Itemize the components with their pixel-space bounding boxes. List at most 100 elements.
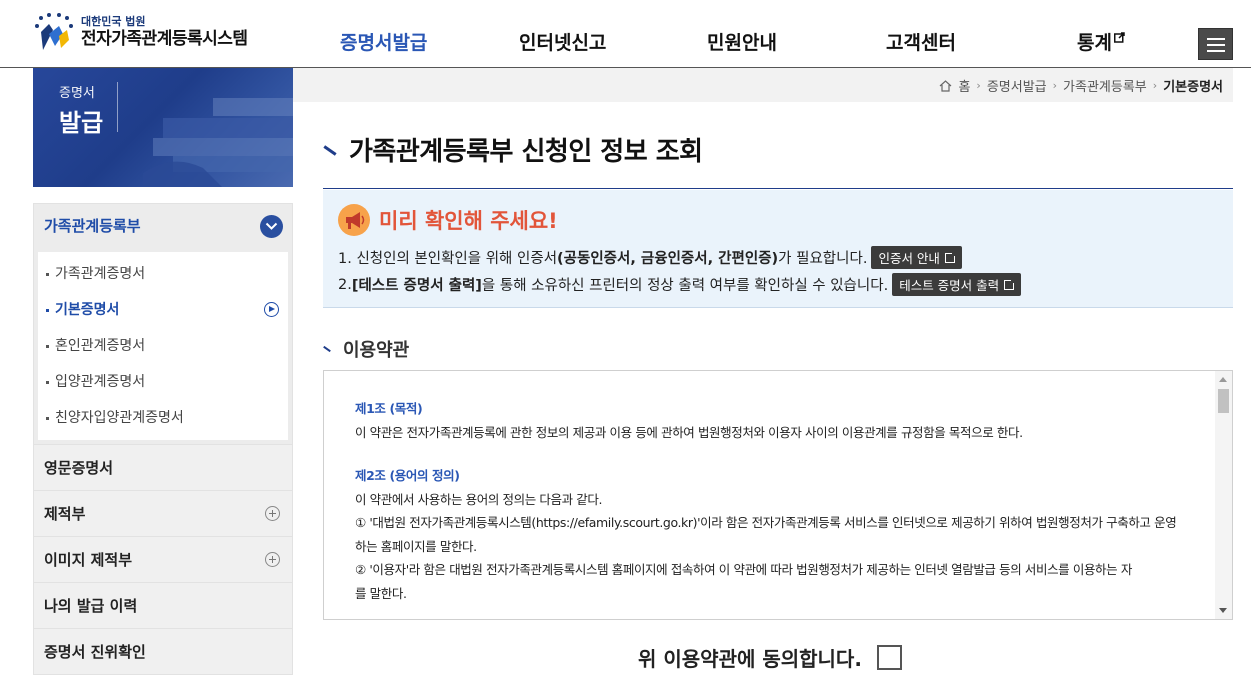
notice-box: 미리 확인해 주세요! 1. 신청인의 본인확인을 위해 인증서 (공동인증서, …: [323, 190, 1233, 308]
terms-scrollbar[interactable]: [1215, 371, 1232, 619]
sidebar-item-label: 기본증명서: [55, 302, 120, 318]
breadcrumb-home[interactable]: 홈: [958, 76, 970, 95]
site-header: 대한민국 법원 전자가족관계등록시스템 증명서발급 인터넷신고 민원안내 고객센…: [0, 0, 1251, 68]
title-accent-mark: [323, 145, 337, 156]
certificate-guide-label: 인증서 안내: [878, 251, 940, 266]
scroll-thumb[interactable]: [1218, 389, 1229, 413]
sidebar-item-family-cert[interactable]: 가족관계증명서: [38, 256, 288, 292]
sidebar-link-label: 영문증명서: [44, 459, 114, 477]
nav-internet-report[interactable]: 인터넷신고: [519, 28, 606, 55]
chevron-right-icon: ›: [976, 79, 981, 92]
page-title: 가족관계등록부 신청인 정보 조회: [323, 131, 703, 168]
certificate-guide-button[interactable]: 인증서 안내: [871, 246, 962, 269]
nav-certificate-issue[interactable]: 증명서발급: [340, 28, 427, 55]
sidebar-link-label: 이미지 제적부: [44, 551, 133, 569]
banner-label-big: 발급: [59, 108, 104, 137]
chevron-down-icon: [260, 215, 283, 238]
scroll-down-arrow-icon[interactable]: [1219, 608, 1227, 613]
test-print-button[interactable]: 테스트 증명서 출력: [892, 273, 1022, 296]
terms-section-label: 이용약관: [343, 340, 410, 361]
notice-emphasis: [테스트 증명서 출력]: [351, 278, 482, 294]
play-circle-icon: [264, 302, 279, 317]
sidebar-group-family-register: 가족관계등록부 가족관계증명서 기본증명서 혼인관계증명서 입양관계증명서 친양…: [33, 203, 293, 445]
scroll-up-arrow-icon[interactable]: [1219, 377, 1227, 382]
bullet-icon: [46, 380, 49, 384]
bullet-icon: [46, 344, 49, 348]
external-link-icon: [944, 250, 957, 263]
banner-divider: [117, 82, 118, 132]
page-title-text: 가족관계등록부 신청인 정보 조회: [349, 137, 703, 167]
terms-text: 하는 홈페이지를 말한다.: [355, 538, 477, 554]
sidebar-item-basic-cert[interactable]: 기본증명서: [38, 292, 288, 328]
sidebar-link-label: 제적부: [44, 505, 86, 523]
test-print-label: 테스트 증명서 출력: [899, 278, 1000, 293]
sidebar-item-label: 가족관계증명서: [55, 266, 146, 282]
sidebar-item-label: 혼인관계증명서: [55, 338, 146, 354]
sidebar-item-adoption-cert[interactable]: 입양관계증명서: [38, 364, 288, 400]
terms-agree-row: 위 이용약관에 동의합니다.: [638, 643, 902, 672]
hamburger-icon-bar: [1207, 44, 1225, 46]
sidebar-link-label: 나의 발급 이력: [44, 597, 138, 615]
site-logo[interactable]: 대한민국 법원 전자가족관계등록시스템: [33, 12, 248, 52]
sidebar-item-full-adoption-cert[interactable]: 친양자입양관계증명서: [38, 400, 288, 436]
terms-content: 제1조 (목적) 이 약관은 전자가족관계등록에 관한 정보의 제공과 이용 등…: [355, 397, 1205, 605]
breadcrumb: 홈 › 증명서발급 › 가족관계등록부 › 기본증명서: [939, 76, 1223, 95]
agree-checkbox[interactable]: [876, 645, 902, 670]
terms-scroll-box[interactable]: 제1조 (목적) 이 약관은 전자가족관계등록에 관한 정보의 제공과 이용 등…: [323, 370, 1233, 620]
hamburger-icon-bar: [1207, 50, 1225, 52]
terms-article-heading: 제1조 (목적): [355, 401, 423, 416]
external-link-icon: [1004, 277, 1017, 290]
chevron-right-icon: ›: [1152, 79, 1158, 92]
sidebar-item-verify-cert[interactable]: 증명서 진위확인: [33, 629, 293, 675]
sidebar-menu: 가족관계등록부 가족관계증명서 기본증명서 혼인관계증명서 입양관계증명서 친양…: [33, 203, 293, 675]
terms-text: ① '대법원 전자가족관계등록시스템(https://efamily.scour…: [355, 515, 1177, 530]
sidebar-item-image-register[interactable]: 이미지 제적부: [33, 537, 293, 583]
court-emblem-icon: [33, 12, 75, 52]
nav-civil-guide[interactable]: 민원안내: [707, 28, 777, 55]
notice-title: 미리 확인해 주세요!: [379, 209, 558, 233]
bullet-icon: [46, 416, 49, 420]
nav-statistics[interactable]: 통계: [1077, 28, 1125, 55]
sidebar-sub-list: 가족관계증명서 기본증명서 혼인관계증명서 입양관계증명서 친양자입양관계증명서: [38, 252, 288, 440]
logo-title: 전자가족관계등록시스템: [81, 29, 248, 49]
logo-subtitle: 대한민국 법원: [81, 15, 146, 28]
sidebar-item-my-history[interactable]: 나의 발급 이력: [33, 583, 293, 629]
notice-line-1: 1. 신청인의 본인확인을 위해 인증서 (공동인증서, 금융인증서, 간편인증)…: [338, 246, 962, 269]
sidebar-item-removed-register[interactable]: 제적부: [33, 491, 293, 537]
section-accent-mark: [323, 345, 331, 353]
sidebar-link-label: 증명서 진위확인: [44, 643, 146, 661]
sidebar-group-label: 가족관계등록부: [44, 217, 141, 235]
nav-customer-center[interactable]: 고객센터: [886, 28, 956, 55]
nav-statistics-label: 통계: [1077, 32, 1112, 54]
terms-text: ② '이용자'라 함은 대법원 전자가족관계등록시스템 홈페이지에 접속하여 이…: [355, 562, 1132, 577]
chevron-right-icon: ›: [1052, 79, 1058, 92]
sidebar-item-english-cert[interactable]: 영문증명서: [33, 445, 293, 491]
hamburger-icon: [1207, 38, 1225, 40]
megaphone-icon: [338, 204, 370, 236]
sidebar-item-marriage-cert[interactable]: 혼인관계증명서: [38, 328, 288, 364]
notice-text: 가 필요합니다.: [778, 251, 868, 267]
bullet-icon: [46, 272, 49, 276]
sidebar-banner: 증명서 발급: [33, 68, 293, 187]
notice-text: 1. 신청인의 본인확인을 위해 인증서: [338, 251, 558, 267]
bullet-icon: [46, 308, 49, 312]
title-divider: [323, 188, 1233, 189]
plus-circle-icon: [265, 552, 280, 567]
terms-text: 이 약관에서 사용하는 용어의 정의는 다음과 같다.: [355, 491, 603, 507]
external-link-icon: [1113, 32, 1125, 43]
sidebar-item-label: 입양관계증명서: [55, 374, 146, 390]
plus-circle-icon: [265, 506, 280, 521]
terms-text: 이 약관은 전자가족관계등록에 관한 정보의 제공과 이용 등에 관하여 법원행…: [355, 424, 1023, 440]
breadcrumb-item[interactable]: 증명서발급: [987, 76, 1047, 95]
books-illustration: [143, 98, 293, 187]
breadcrumb-item[interactable]: 가족관계등록부: [1063, 76, 1147, 95]
terms-text: 를 말한다.: [355, 585, 407, 601]
sidebar-item-label: 친양자입양관계증명서: [55, 410, 184, 426]
terms-section-title: 이용약관: [323, 336, 409, 362]
sidebar-group-title[interactable]: 가족관계등록부: [34, 204, 292, 248]
notice-emphasis: (공동인증서, 금융인증서, 간편인증): [557, 251, 779, 267]
terms-spacer: [355, 444, 1205, 464]
notice-line-2: 2. [테스트 증명서 출력] 을 통해 소유하신 프린터의 정상 출력 여부를 …: [338, 273, 1022, 296]
hamburger-menu-button[interactable]: [1198, 28, 1233, 60]
breadcrumb-bar: 홈 › 증명서발급 › 가족관계등록부 › 기본증명서: [293, 68, 1233, 102]
